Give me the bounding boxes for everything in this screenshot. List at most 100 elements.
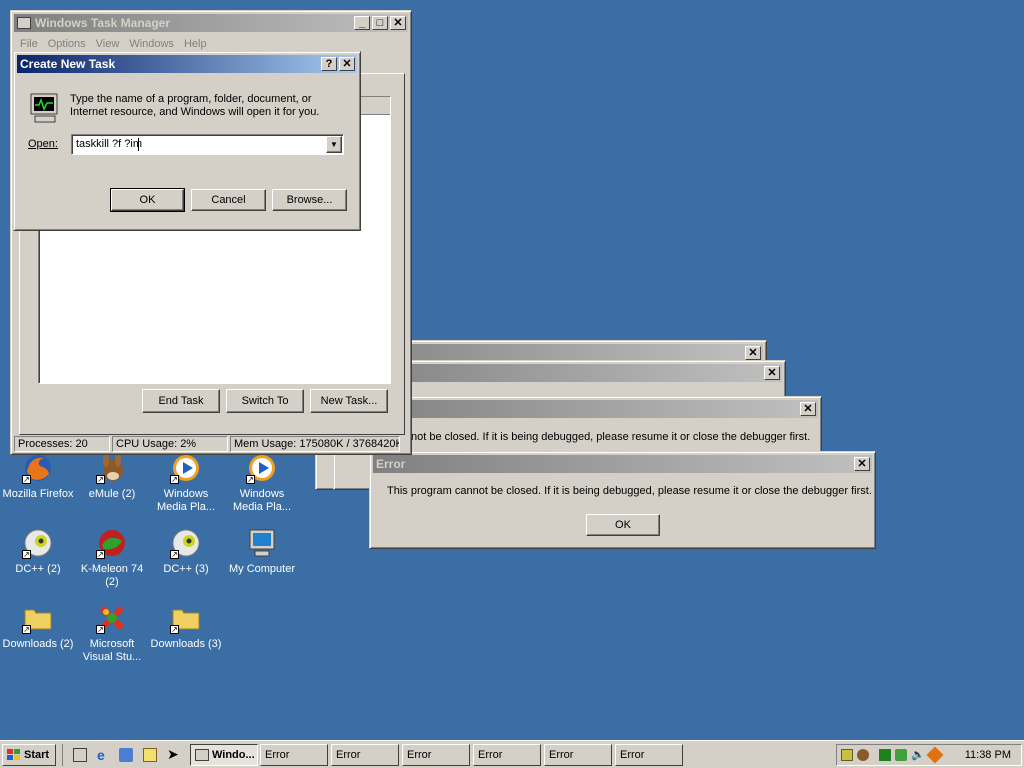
chevron-down-icon: ▼ (330, 140, 338, 149)
desktop-icon-downloads-2[interactable]: ↗ Downloads (2) (0, 602, 76, 651)
ok-button[interactable]: OK (110, 188, 185, 212)
desktop-icon-media-player-2[interactable]: ↗ Windows Media Pla... (224, 452, 300, 514)
tray-icon-app[interactable] (879, 749, 891, 761)
tray-icon-safely-remove[interactable] (895, 749, 907, 761)
taskbar-button-label: Windo... (212, 749, 255, 761)
open-input-value[interactable]: taskkill ?f ?im (76, 138, 142, 150)
volume-icon[interactable]: 🔈 (911, 748, 925, 761)
kmeleon-icon: ↗ (96, 527, 128, 559)
internet-explorer-icon[interactable]: e (97, 747, 105, 763)
taskbar-button-label: Error (336, 749, 361, 761)
close-button[interactable]: ✕ (764, 366, 780, 380)
media-player-icon: ↗ (170, 452, 202, 484)
taskbar-button-label: Error (407, 749, 432, 761)
create-task-titlebar: Create New Task ? ✕ (17, 55, 357, 73)
mouse-pointer-icon: ➤ (167, 746, 179, 762)
tray-icon-antivirus[interactable] (926, 746, 944, 764)
taskbar-button-task-manager[interactable]: Windo... (190, 744, 258, 766)
show-desktop-icon[interactable] (73, 748, 87, 762)
dcpp-icon: ↗ (22, 527, 54, 559)
desktop-icon-dcpp-3[interactable]: ↗ DC++ (3) (148, 527, 224, 576)
taskbar-button-error[interactable]: Error (544, 744, 612, 766)
desktop-icon-firefox[interactable]: ↗ Mozilla Firefox (0, 452, 76, 501)
dropdown-arrow-button[interactable]: ▼ (326, 136, 342, 153)
taskbar: Start e ➤ Windo... Error Error Error Err… (0, 740, 1024, 768)
desktop-icon-label: Microsoft Visual Stu... (82, 638, 142, 663)
desktop-icon-label: Windows Media Pla... (232, 488, 292, 513)
new-task-button[interactable]: New Task... (310, 389, 388, 413)
open-label: Open: (28, 138, 58, 150)
open-label-text: Open: (28, 138, 58, 150)
desktop-icon-downloads-3[interactable]: ↗ Downloads (3) (148, 602, 224, 651)
close-button[interactable]: ✕ (339, 57, 355, 71)
desktop-icon-label: eMule (2) (88, 488, 136, 500)
tray-icon-emule[interactable] (857, 749, 869, 761)
desktop-icon-kmeleon[interactable]: ↗ K-Meleon 74 (2) (74, 527, 150, 589)
status-processes: Processes: 20 (14, 436, 110, 452)
switch-to-button[interactable]: Switch To (226, 389, 304, 413)
error-titlebar: Error ✕ (373, 455, 872, 473)
my-computer-icon (246, 527, 278, 559)
taskmgr-app-icon (17, 17, 31, 29)
text-cursor (138, 138, 139, 151)
start-label: Start (24, 749, 50, 761)
error-titlebar: ✕ (356, 400, 818, 418)
desktop-icon-label: K-Meleon 74 (2) (80, 563, 144, 588)
desktop-icon-my-computer[interactable]: My Computer (224, 527, 300, 576)
desktop-icon-label: Windows Media Pla... (156, 488, 216, 513)
taskbar-button-label: Error (549, 749, 574, 761)
desktop-icon-dcpp-2[interactable]: ↗ DC++ (2) (0, 527, 76, 576)
error-ok-button[interactable]: OK (586, 514, 660, 536)
desktop-icon-label: Mozilla Firefox (2, 488, 74, 500)
desktop-icon-emule[interactable]: ↗ eMule (2) (74, 452, 150, 501)
close-button[interactable]: ✕ (390, 16, 406, 30)
search-icon[interactable] (143, 748, 157, 762)
status-memory: Mem Usage: 175080K / 3768420K (230, 436, 400, 452)
desktop-icon-visual-studio[interactable]: ↗ Microsoft Visual Stu... (74, 602, 150, 664)
status-cpu: CPU Usage: 2% (112, 436, 228, 452)
maximize-button[interactable]: □ (372, 16, 388, 30)
error-dialog-back-3: ✕ not be closed. If it is being debugged… (352, 396, 822, 454)
desktop-icon-media-player-1[interactable]: ↗ Windows Media Pla... (148, 452, 224, 514)
close-button[interactable]: ✕ (854, 457, 870, 471)
cancel-button[interactable]: Cancel (191, 189, 266, 211)
create-new-task-dialog: Create New Task ? ✕ Type the name of a p… (13, 51, 361, 231)
error-dialog-front: Error ✕ This program cannot be closed. I… (369, 451, 876, 549)
open-combobox[interactable]: taskkill ?f ?im ▼ (71, 134, 344, 155)
minimize-button[interactable]: _ (354, 16, 370, 30)
folder-icon: ↗ (170, 602, 202, 634)
clock[interactable]: 11:38 PM (965, 749, 1011, 761)
desktop-icon-label: Downloads (3) (150, 638, 222, 650)
desktop-icon-label: Downloads (2) (2, 638, 74, 650)
system-tray: 🔈 11:38 PM (836, 744, 1022, 766)
visual-studio-icon: ↗ (96, 602, 128, 634)
run-program-icon (29, 92, 61, 124)
windows-logo-icon (7, 749, 21, 761)
task-manager-titlebar: Windows Task Manager _ □ ✕ (14, 14, 408, 32)
quick-launch: e ➤ (62, 744, 185, 766)
media-player-icon: ↗ (246, 452, 278, 484)
create-task-description: Type the name of a program, folder, docu… (70, 93, 320, 118)
taskbar-button-error[interactable]: Error (331, 744, 399, 766)
firefox-icon: ↗ (22, 452, 54, 484)
close-button[interactable]: ✕ (800, 402, 816, 416)
start-button[interactable]: Start (2, 744, 56, 766)
close-button[interactable]: ✕ (745, 346, 761, 360)
desktop-icon-label: DC++ (2) (15, 563, 61, 575)
taskbar-button-label: Error (620, 749, 645, 761)
tray-icon-network[interactable] (841, 749, 853, 761)
error-message: This program cannot be closed. If it is … (387, 485, 872, 497)
taskbar-button-error[interactable]: Error (402, 744, 470, 766)
browse-button[interactable]: Browse... (272, 189, 347, 211)
end-task-button[interactable]: End Task (142, 389, 220, 413)
task-manager-title: Windows Task Manager (35, 16, 171, 30)
taskbar-button-error[interactable]: Error (473, 744, 541, 766)
taskbar-button-label: Error (478, 749, 503, 761)
dcpp-icon: ↗ (170, 527, 202, 559)
taskbar-button-error[interactable]: Error (615, 744, 683, 766)
taskbar-button-label: Error (265, 749, 290, 761)
emule-icon: ↗ (96, 452, 128, 484)
help-button[interactable]: ? (321, 57, 337, 71)
taskbar-button-error[interactable]: Error (260, 744, 328, 766)
outlook-express-icon[interactable] (119, 748, 133, 762)
